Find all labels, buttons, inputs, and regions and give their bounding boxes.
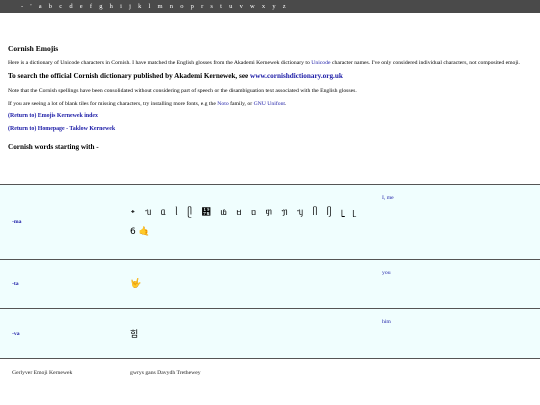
gloss-cell: you xyxy=(382,259,540,309)
footer-right: gwrys gans Davydh Trethewey xyxy=(130,370,201,376)
dictionary-link[interactable]: www.cornishdictionary.org.uk xyxy=(250,72,343,80)
alphabet-link[interactable]: i xyxy=(120,0,122,13)
alphabet-link[interactable]: l xyxy=(149,0,151,13)
fonts-paragraph: If you are seeing a lot of blank tiles f… xyxy=(8,101,532,107)
alphabet-link[interactable]: c xyxy=(59,0,62,13)
unifont-link[interactable]: GNU Unifont xyxy=(254,101,285,107)
alphabet-link[interactable]: v xyxy=(240,0,243,13)
words-table: -ma ᛭ ᥔ ᥲ ᥣ ᥫ ᥵ ᥚ ᥛ ᥝ ᥞ ᥟ ᥡ ᥥ ᥦ ᥧ ᥨ 6 🤙 … xyxy=(0,184,540,387)
word-cell: -va xyxy=(0,308,130,359)
alphabet-link[interactable]: y xyxy=(272,0,275,13)
page-title: Cornish Emojis xyxy=(8,44,59,53)
alphabet-link[interactable]: n xyxy=(170,0,173,13)
word-cell: -ta xyxy=(0,259,130,309)
alphabet-link[interactable]: t xyxy=(220,0,222,13)
alphabet-link[interactable]: z xyxy=(283,0,286,13)
fonts-text-before: If you are seeing a lot of blank tiles f… xyxy=(8,100,218,107)
search-heading-text: To search the official Cornish dictionar… xyxy=(8,72,250,81)
homepage-link[interactable]: (Return to) Homepage - Taklow Kernewek xyxy=(8,126,532,132)
alphabet-link[interactable]: x xyxy=(262,0,265,13)
fonts-text-end: . xyxy=(285,100,287,107)
alphabet-link[interactable]: k xyxy=(138,0,141,13)
alphabet-link[interactable]: p xyxy=(191,0,194,13)
alphabet-link[interactable]: j xyxy=(129,0,131,13)
table-row: -ma ᛭ ᥔ ᥲ ᥣ ᥫ ᥵ ᥚ ᥛ ᥝ ᥞ ᥟ ᥡ ᥥ ᥦ ᥧ ᥨ 6 🤙 … xyxy=(0,184,540,260)
alphabet-link[interactable]: s xyxy=(210,0,213,13)
word-link[interactable]: -ta xyxy=(12,281,19,287)
alphabet-link[interactable]: - xyxy=(21,0,23,13)
fonts-text-mid: family, or xyxy=(228,100,254,107)
alphabet-link[interactable]: g xyxy=(99,0,102,13)
gloss-cell: I, me xyxy=(382,184,540,260)
alphabet-link[interactable]: h xyxy=(110,0,113,13)
intro-text-after: character names. I've only considered in… xyxy=(330,60,520,66)
footer-row: Gerlyver Emoji Kernewek gwrys gans Davyd… xyxy=(0,359,540,388)
main-content: Cornish Emojis Here is a dictionary of U… xyxy=(8,44,532,151)
emoji-cell: ᛭ ᥔ ᥲ ᥣ ᥫ ᥵ ᥚ ᥛ ᥝ ᥞ ᥟ ᥡ ᥥ ᥦ ᥧ ᥨ 6 🤙 xyxy=(130,184,382,260)
emoji-index-link[interactable]: (Return to) Emojis Kernewek index xyxy=(8,113,532,119)
footer-spacer xyxy=(382,359,540,388)
emoji-glyphs: 6 🤙 xyxy=(130,227,150,237)
search-heading: To search the official Cornish dictionar… xyxy=(8,72,532,80)
word-cell: -ma xyxy=(0,184,130,260)
alphabet-link[interactable]: o xyxy=(180,0,183,13)
gloss-cell: him xyxy=(382,308,540,359)
intro-paragraph: Here is a dictionary of Unicode characte… xyxy=(8,60,532,66)
emoji-cell: 🤟 xyxy=(130,259,382,309)
table-row: -ta 🤟 you xyxy=(0,259,540,309)
emoji-glyphs: 🤟 xyxy=(130,279,142,289)
alphabet-link[interactable]: r xyxy=(201,0,203,13)
alphabet-link[interactable]: a xyxy=(39,0,42,13)
alphabet-link[interactable]: u xyxy=(229,0,232,13)
alphabet-link[interactable]: d xyxy=(69,0,72,13)
alphabet-nav: - ' a b c d e f g h i j k l m n o p r s t u v w x y z xyxy=(0,0,540,13)
word-link[interactable]: -va xyxy=(12,331,20,337)
unicode-link[interactable]: Unicode xyxy=(311,60,330,66)
alphabet-link[interactable]: m xyxy=(158,0,163,13)
footer-left: Gerlyver Emoji Kernewek xyxy=(12,370,73,376)
word-link[interactable]: -ma xyxy=(12,219,21,225)
alphabet-link[interactable]: b xyxy=(49,0,52,13)
alphabet-link[interactable]: w xyxy=(250,0,255,13)
intro-text-before: Here is a dictionary of Unicode characte… xyxy=(8,60,312,66)
alphabet-link[interactable]: ' xyxy=(30,0,31,13)
alphabet-link[interactable]: f xyxy=(90,0,92,13)
noto-link[interactable]: Noto xyxy=(217,101,228,107)
emoji-cell: 힘 xyxy=(130,308,382,359)
table-row: -va 힘 him xyxy=(0,308,540,359)
alphabet-link[interactable]: e xyxy=(80,0,83,13)
section-heading: Cornish words starting with - xyxy=(8,143,99,152)
glyph-strip: ᛭ ᥔ ᥲ ᥣ ᥫ ᥵ ᥚ ᥛ ᥝ ᥞ ᥟ ᥡ ᥥ ᥦ ᥧ ᥨ xyxy=(130,207,358,218)
emoji-glyphs: 힘 xyxy=(130,330,139,340)
spelling-note: Note that the Cornish spellings have bee… xyxy=(8,88,357,95)
